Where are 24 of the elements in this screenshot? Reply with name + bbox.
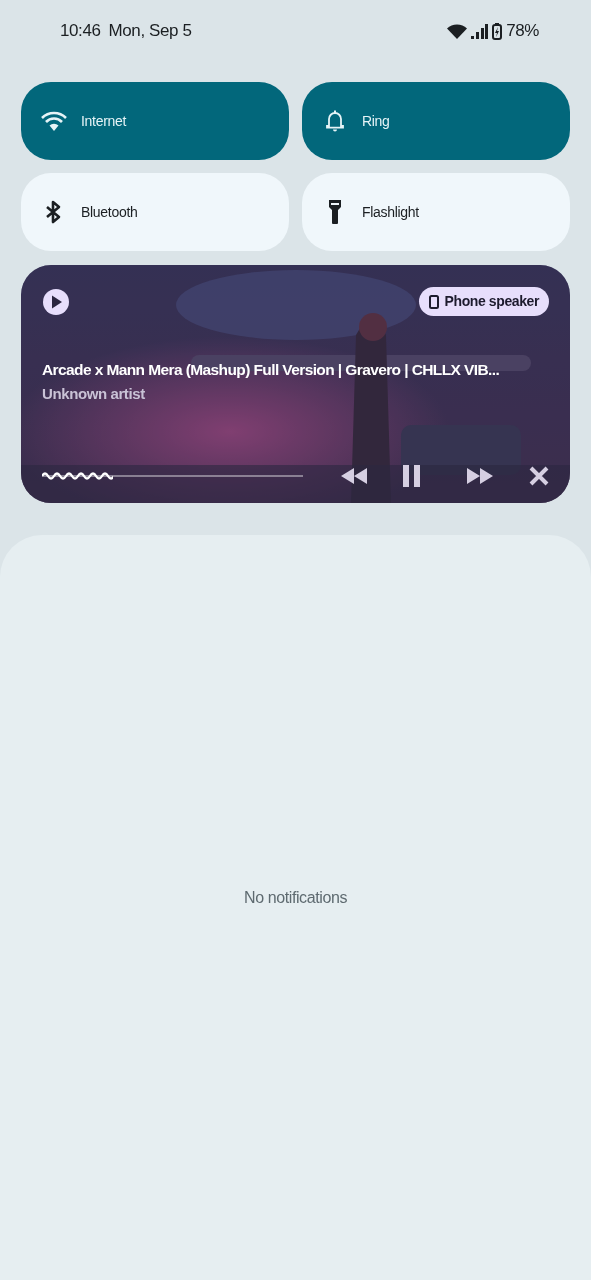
quick-setting-tile[interactable]: Ring [302, 82, 570, 160]
clock-time: 10:46 [60, 20, 101, 43]
rewind-button[interactable] [341, 468, 367, 484]
cell-signal-icon [471, 23, 489, 39]
pause-button[interactable] [403, 465, 421, 487]
battery-percent: 78% [506, 20, 539, 43]
output-device-chip[interactable]: Phone speaker [418, 287, 549, 316]
close-button[interactable] [529, 466, 549, 486]
wifi-icon [41, 111, 67, 131]
date-text: Mon, Sep 5 [108, 20, 192, 43]
empty-notifications-text: No notifications [244, 887, 347, 908]
bell-icon [325, 110, 345, 132]
play-button[interactable] [42, 287, 70, 316]
bluetooth-icon [45, 200, 63, 224]
phone-icon [428, 294, 439, 309]
artist-name: Unknown artist [42, 384, 146, 405]
battery-icon [492, 22, 503, 40]
flashlight-icon [328, 200, 342, 224]
quick-setting-tile[interactable]: Bluetooth [21, 173, 289, 251]
wifi-signal-icon [447, 23, 468, 39]
quick-setting-tile[interactable]: Flashlight [302, 173, 570, 251]
fast-forward-button[interactable] [467, 468, 493, 484]
track-title: Arcade x Mann Mera (Mashup) Full Version | Gravero | CHLLX VIB... [42, 360, 501, 380]
quick-setting-tile[interactable]: Internet [21, 82, 289, 160]
